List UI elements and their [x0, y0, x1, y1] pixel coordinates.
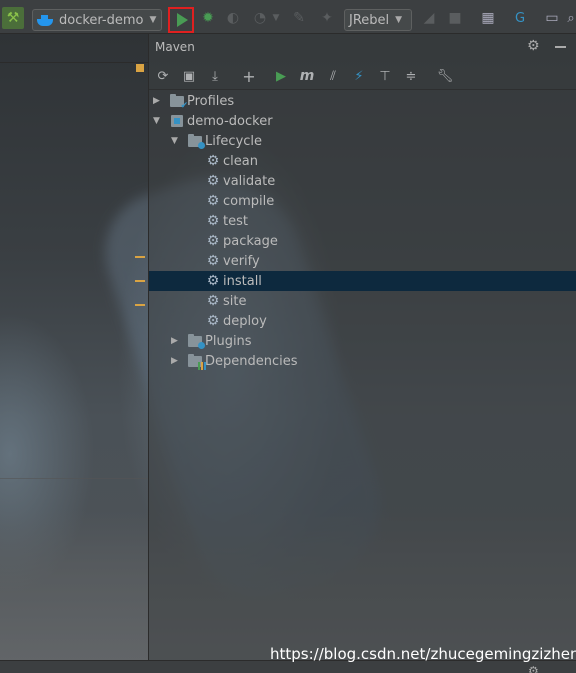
build-hammer-icon[interactable]: ⚒ — [2, 7, 24, 29]
minimize-icon[interactable] — [555, 46, 566, 48]
editor-divider — [0, 478, 148, 479]
tree-item-label: validate — [223, 173, 276, 189]
collapse-all-icon[interactable]: ≑ — [401, 66, 421, 86]
add-icon[interactable]: + — [239, 66, 259, 86]
gear-icon: ⚙ — [206, 153, 220, 169]
lifecycle-goal-validate[interactable]: ⚙ validate — [149, 171, 576, 191]
show-dependencies-icon[interactable]: ⊤ — [375, 66, 395, 86]
tree-item-profiles[interactable]: ▶ ✔ Profiles — [149, 91, 576, 111]
gutter-change-marker[interactable] — [135, 280, 145, 282]
run-configuration-label: docker-demo — [59, 12, 144, 28]
gutter-warning-marker[interactable] — [136, 64, 144, 72]
gear-icon: ⚙ — [206, 233, 220, 249]
translate-icon[interactable]: G — [510, 7, 530, 29]
tree-item-lifecycle[interactable]: ▼ Lifecycle — [149, 131, 576, 151]
reload-icon[interactable]: ⟳ — [153, 66, 173, 86]
attach-icon[interactable]: ✦ — [318, 7, 336, 29]
stop-icon[interactable]: ■ — [446, 7, 464, 29]
maven-tool-window: Maven ⚙ ⟳ ▣ ⤓ + ▶ m ⫽ ⚡ ⊤ ≑ 🔧︎ ▶ ✔ Profi… — [148, 34, 576, 660]
profiles-folder-icon: ✔ — [169, 93, 188, 110]
gear-icon: ⚙ — [206, 193, 220, 209]
maven-title: Maven — [155, 40, 195, 54]
lifecycle-goal-clean[interactable]: ⚙ clean — [149, 151, 576, 171]
tree-item-label: test — [223, 213, 248, 229]
run-icon[interactable]: ▶ — [271, 66, 291, 86]
tree-item-dependencies[interactable]: ▶ Dependencies — [149, 351, 576, 371]
gutter-change-marker[interactable] — [135, 256, 145, 258]
gear-icon: ⚙ — [206, 173, 220, 189]
tree-item-label: install — [223, 273, 262, 289]
tree-item-label: demo-docker — [187, 113, 273, 129]
lifecycle-goal-test[interactable]: ⚙ test — [149, 211, 576, 231]
execute-goal-icon[interactable]: m — [297, 66, 317, 86]
toggle-offline-icon[interactable]: ⫽ — [323, 66, 343, 86]
maven-header: Maven ⚙ — [149, 34, 576, 60]
chevron-down-icon[interactable]: ▼ — [171, 136, 181, 146]
chevron-right-icon[interactable]: ▶ — [153, 96, 163, 106]
settings-wrench-icon[interactable]: 🔧︎ — [435, 66, 455, 86]
tree-item-label: site — [223, 293, 247, 309]
lifecycle-folder-icon — [187, 133, 205, 149]
editor-tab-divider — [0, 62, 148, 63]
gear-icon: ⚙ — [206, 293, 220, 309]
chevron-down-icon[interactable]: ▼ — [153, 116, 163, 126]
tree-item-label: verify — [223, 253, 260, 269]
tree-item-label: package — [223, 233, 278, 249]
jrebel-configuration-label: JRebel — [349, 12, 390, 28]
plugins-folder-icon — [187, 333, 205, 349]
tree-item-label: Lifecycle — [205, 133, 263, 149]
maven-toolbar: ⟳ ▣ ⤓ + ▶ m ⫽ ⚡ ⊤ ≑ 🔧︎ — [149, 62, 576, 90]
tree-item-label: Profiles — [187, 93, 235, 109]
chevron-down-icon[interactable]: ▼ — [271, 7, 281, 29]
jrebel-run-icon[interactable]: ◢ — [420, 7, 438, 29]
tree-item-label: compile — [223, 193, 275, 209]
gear-icon: ⚙ — [206, 253, 220, 269]
gear-icon[interactable]: ⚙ — [528, 664, 539, 673]
jrebel-configuration-select[interactable]: JRebel ▼ — [344, 9, 412, 31]
run-icon — [176, 13, 188, 27]
coverage-icon[interactable]: ◐ — [224, 7, 242, 29]
lifecycle-goal-verify[interactable]: ⚙ verify — [149, 251, 576, 271]
tree-item-label: Dependencies — [205, 353, 298, 369]
search-icon[interactable]: ⌕ — [566, 7, 576, 29]
main-toolbar: ⚒ docker-demo ▼ ✹ ◐ ◔ ▼ ✎ ✦ JRebel ▼ ◢ ■… — [0, 0, 576, 34]
run-button[interactable] — [168, 7, 194, 33]
run-configuration-select[interactable]: docker-demo ▼ — [32, 9, 162, 31]
gear-icon: ⚙ — [206, 213, 220, 229]
tree-item-label: clean — [223, 153, 258, 169]
lifecycle-goal-site[interactable]: ⚙ site — [149, 291, 576, 311]
build-project-icon[interactable]: ✎ — [290, 7, 308, 29]
profile-icon[interactable]: ◔ — [250, 7, 270, 29]
lifecycle-goal-install[interactable]: ⚙ install — [149, 271, 576, 291]
gear-icon: ⚙ — [206, 313, 220, 329]
terminal-window-icon[interactable]: ▭ — [542, 7, 562, 29]
lifecycle-goal-deploy[interactable]: ⚙ deploy — [149, 311, 576, 331]
tree-item-label: deploy — [223, 313, 267, 329]
tree-item-plugins[interactable]: ▶ Plugins — [149, 331, 576, 351]
watermark: https://blog.csdn.net/zhucegemingzizheng — [270, 645, 576, 663]
gear-icon[interactable]: ⚙ — [527, 38, 540, 54]
chevron-right-icon[interactable]: ▶ — [171, 336, 181, 346]
lifecycle-goal-package[interactable]: ⚙ package — [149, 231, 576, 251]
maven-module-icon — [169, 114, 185, 128]
debug-bug-icon[interactable]: ✹ — [198, 7, 218, 29]
dependencies-folder-icon — [187, 353, 206, 370]
download-icon[interactable]: ⤓ — [205, 66, 225, 86]
tree-item-label: Plugins — [205, 333, 252, 349]
gutter-change-marker[interactable] — [135, 304, 145, 306]
generate-sources-icon[interactable]: ▣ — [179, 66, 199, 86]
lifecycle-goal-compile[interactable]: ⚙ compile — [149, 191, 576, 211]
chevron-down-icon: ▼ — [395, 15, 403, 25]
project-structure-icon[interactable]: ▦ — [478, 7, 498, 29]
skip-tests-icon[interactable]: ⚡ — [349, 66, 369, 86]
tree-item-project[interactable]: ▼ demo-docker — [149, 111, 576, 131]
docker-icon — [37, 14, 53, 26]
chevron-right-icon[interactable]: ▶ — [171, 356, 181, 366]
gear-icon: ⚙ — [206, 273, 220, 289]
chevron-down-icon: ▼ — [149, 15, 157, 25]
